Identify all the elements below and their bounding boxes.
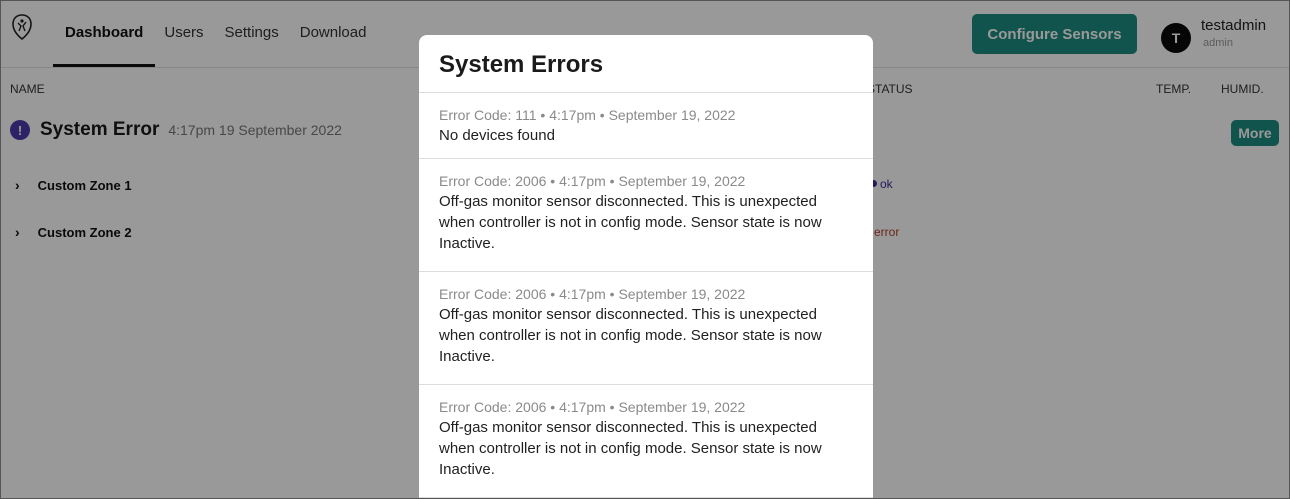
error-meta: Error Code: 2006 • 4:17pm • September 19… [439,399,746,415]
error-message: No devices found [439,127,555,144]
system-errors-modal: System Errors Error Code: 111 • 4:17pm •… [419,35,873,498]
error-message: Off-gas monitor sensor disconnected. Thi… [439,419,822,478]
error-message: Off-gas monitor sensor disconnected. Thi… [439,193,822,252]
modal-title: System Errors [439,51,604,78]
error-list-item: Error Code: 2006 • 4:17pm • September 19… [419,272,873,385]
error-meta: Error Code: 2006 • 4:17pm • September 19… [439,173,746,189]
error-list-item: Error Code: 2006 • 4:17pm • September 19… [419,159,873,272]
error-meta: Error Code: 111 • 4:17pm • September 19,… [439,107,736,123]
error-message: Off-gas monitor sensor disconnected. Thi… [439,306,822,365]
app-window: Dashboard Users Settings Download Config… [0,0,1290,499]
error-list-item: Error Code: 111 • 4:17pm • September 19,… [419,93,873,159]
error-list-item: Error Code: 2006 • 4:17pm • September 19… [419,385,873,498]
error-meta: Error Code: 2006 • 4:17pm • September 19… [439,286,746,302]
